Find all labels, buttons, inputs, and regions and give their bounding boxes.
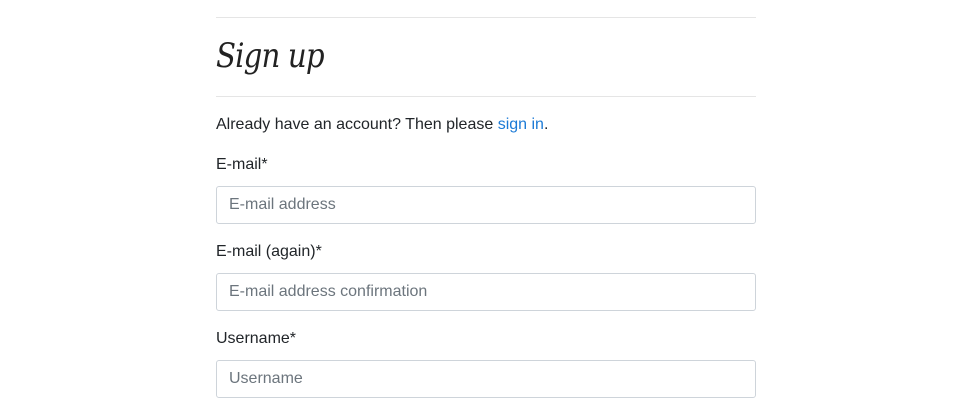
page-title: Sign up	[216, 36, 325, 76]
email-confirm-field[interactable]	[216, 273, 756, 311]
signin-prompt: Already have an account? Then please sig…	[216, 115, 756, 135]
signin-link[interactable]: sign in	[498, 116, 544, 133]
username-field[interactable]	[216, 360, 756, 398]
top-divider	[216, 17, 756, 18]
email-confirm-label: E-mail (again)*	[216, 243, 322, 260]
signup-form-container: Sign up Already have an account? Then pl…	[216, 0, 756, 398]
email-label: E-mail*	[216, 156, 268, 173]
signin-prompt-suffix: .	[543, 116, 549, 133]
signin-prompt-text: Already have an account? Then please	[216, 116, 498, 133]
email-field[interactable]	[216, 186, 756, 224]
username-label: Username*	[216, 330, 297, 347]
title-divider	[216, 96, 756, 97]
